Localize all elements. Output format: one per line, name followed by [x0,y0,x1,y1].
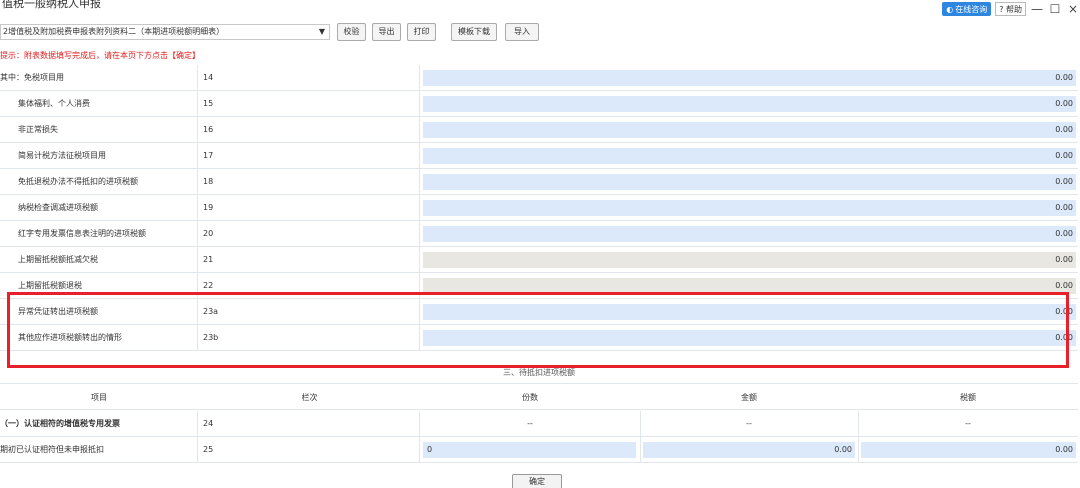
row-number: 24 [203,419,214,428]
window-title: 值税一般纳税人申报 [2,0,101,10]
row-name: 其中：免税项目用 [0,65,198,91]
import-button[interactable]: 导入 [505,23,539,41]
close-icon[interactable]: × [1066,2,1080,16]
confirm-button[interactable]: 确定 [512,474,562,488]
table-row: 上期留抵税额抵减欠税 21 0.00 [0,247,1078,273]
row-name: 纳税检查调减进项税额 [0,195,198,221]
table-row: 集体福利、个人消费 15 0.00 [0,91,1078,117]
tax-amount-input[interactable]: 0.00 [423,96,1076,112]
column-divider [419,143,420,169]
table-row: 免抵退税办法不得抵扣的进项税额 18 0.00 [0,169,1078,195]
row-number: 20 [203,229,214,238]
column-divider [858,437,859,463]
hint-text: 提示：附表数据填写完成后，请在本页下方点击【确定】 [0,51,200,60]
title-bar: 值税一般纳税人申报 ◐ 在线咨询 ? 帮助 — ☐ × [0,0,1080,18]
template-download-button[interactable]: 模板下载 [451,23,497,41]
tax-amount-input[interactable]: 0.00 [423,148,1076,164]
column-header: 税额 [960,393,976,402]
column-divider [419,169,420,195]
row-name: 简易计税方法征税项目用 [0,143,198,169]
form-select-value: 2增值税及附加税费申报表附列资料二（本期进项税额明细表） [3,27,225,36]
maximize-icon[interactable]: ☐ [1048,2,1062,16]
online-consult-button[interactable]: ◐ 在线咨询 [942,2,992,16]
column-header: 项目 [91,393,107,402]
row-name: （一）认证相符的增值税专用发票 [0,411,198,437]
tax-amount-input[interactable]: 0.00 [423,174,1076,190]
column-header: 份数 [522,393,538,402]
tax-input[interactable]: 0.00 [861,442,1076,458]
tax-cell: -- [965,419,971,428]
chat-icon: ◐ [946,4,954,14]
tax-amount-input[interactable]: 0.00 [423,70,1076,86]
column-divider [419,117,420,143]
row-number: 21 [203,255,214,264]
row-number: 18 [203,177,214,186]
row-name: 上期留抵税额抵减欠税 [0,247,198,273]
column-divider [419,221,420,247]
column-divider [419,247,420,273]
form-select[interactable]: 2增值税及附加税费申报表附列资料二（本期进项税额明细表） ▼ [0,24,330,40]
column-divider [640,437,641,463]
amount-input[interactable]: 0.00 [643,442,855,458]
row-name: 集体福利、个人消费 [0,91,198,117]
online-consult-label: 在线咨询 [955,4,988,14]
tax-amount-input[interactable]: 0.00 [423,200,1076,216]
table-row: 其中：免税项目用 14 0.00 [0,65,1078,91]
table-row: 非正常损失 16 0.00 [0,117,1078,143]
table-row: 纳税检查调减进项税额 19 0.00 [0,195,1078,221]
row-number: 25 [203,445,214,454]
chevron-down-icon: ▼ [318,27,325,36]
row-number: 16 [203,125,214,134]
tax-amount-input[interactable]: 0.00 [423,226,1076,242]
table-header: 项目 栏次 份数 金额 税额 [0,386,1078,410]
help-button[interactable]: ? 帮助 [995,2,1026,16]
row-name: 期初已认证相符但未申报抵扣 [0,437,198,463]
tax-amount-readonly: 0.00 [423,252,1076,268]
table-row: 期初已认证相符但未申报抵扣 25 0 0.00 0.00 [0,437,1078,463]
column-header: 金额 [741,393,757,402]
title-bar-controls: ◐ 在线咨询 ? 帮助 — ☐ × [942,0,1080,18]
row-name: 免抵退税办法不得抵扣的进项税额 [0,169,198,195]
row-number: 15 [203,99,214,108]
tax-amount-input[interactable]: 0.00 [423,122,1076,138]
table-row: 简易计税方法征税项目用 17 0.00 [0,143,1078,169]
table-row: 红字专用发票信息表注明的进项税额 20 0.00 [0,221,1078,247]
toolbar: 2增值税及附加税费申报表附列资料二（本期进项税额明细表） ▼ 校验 导出 打印 … [0,22,1080,42]
row-number: 19 [203,203,214,212]
column-header: 栏次 [301,393,318,402]
minimize-icon[interactable]: — [1030,2,1044,16]
count-cell: -- [527,419,533,428]
export-button[interactable]: 导出 [372,23,401,41]
row-name: 非正常损失 [0,117,198,143]
column-divider [419,195,420,221]
column-divider [419,65,420,91]
count-input[interactable]: 0 [423,442,636,458]
validate-button[interactable]: 校验 [337,23,366,41]
highlight-box [7,292,1069,368]
column-divider [419,437,420,463]
row-number: 14 [203,73,214,82]
row-name: 红字专用发票信息表注明的进项税额 [0,221,198,247]
print-button[interactable]: 打印 [407,23,436,41]
table-row: （一）认证相符的增值税专用发票 24 -- -- -- [0,411,1078,437]
row-number: 17 [203,151,214,160]
column-divider [419,91,420,117]
amount-cell: -- [746,419,752,428]
